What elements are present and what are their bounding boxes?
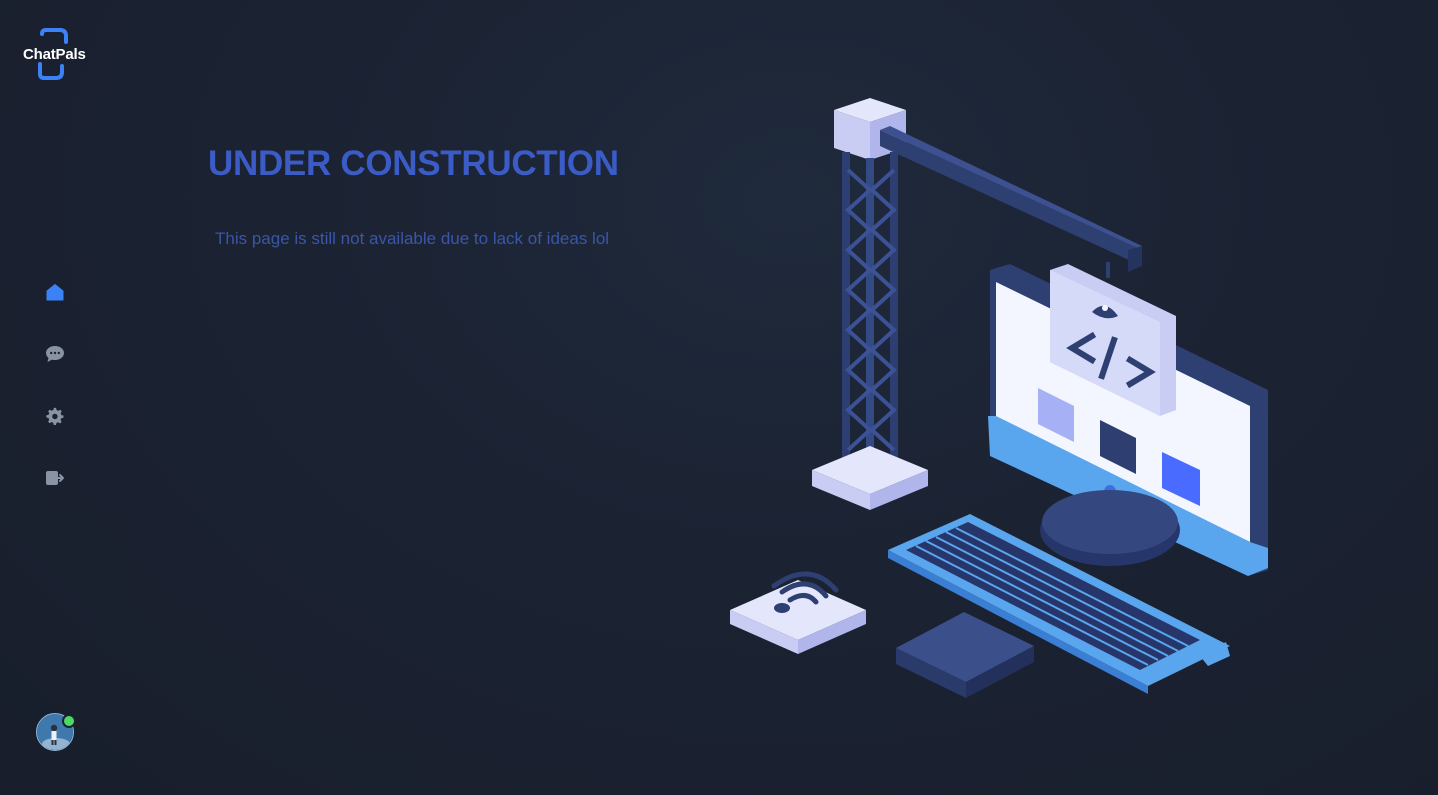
- sidebar-item-chats[interactable]: [40, 339, 70, 369]
- page-subtitle: This page is still not available due to …: [215, 229, 610, 248]
- online-status-indicator: [62, 714, 76, 728]
- app-logo[interactable]: ChatPals: [20, 28, 90, 82]
- home-icon: [46, 284, 64, 301]
- page-title: UNDER CONSTRUCTION: [208, 144, 619, 183]
- page: ChatPals UNDER CONSTRUCTION This page is…: [0, 0, 1438, 795]
- logout-icon: [46, 471, 64, 485]
- logo-text: ChatPals: [23, 46, 86, 63]
- sidebar-item-logout[interactable]: [40, 463, 70, 493]
- sidebar-item-home[interactable]: [40, 277, 70, 307]
- sidebar-nav: [40, 277, 70, 525]
- mouse-pad-illustration: [896, 612, 1034, 698]
- chat-bubble-icon: [46, 346, 64, 362]
- router-illustration: [730, 571, 866, 654]
- under-construction-illustration: [730, 98, 1268, 698]
- gear-icon: [46, 407, 64, 425]
- sidebar: ChatPals: [0, 0, 110, 795]
- monitor-illustration: [988, 264, 1268, 576]
- sidebar-item-settings[interactable]: [40, 401, 70, 431]
